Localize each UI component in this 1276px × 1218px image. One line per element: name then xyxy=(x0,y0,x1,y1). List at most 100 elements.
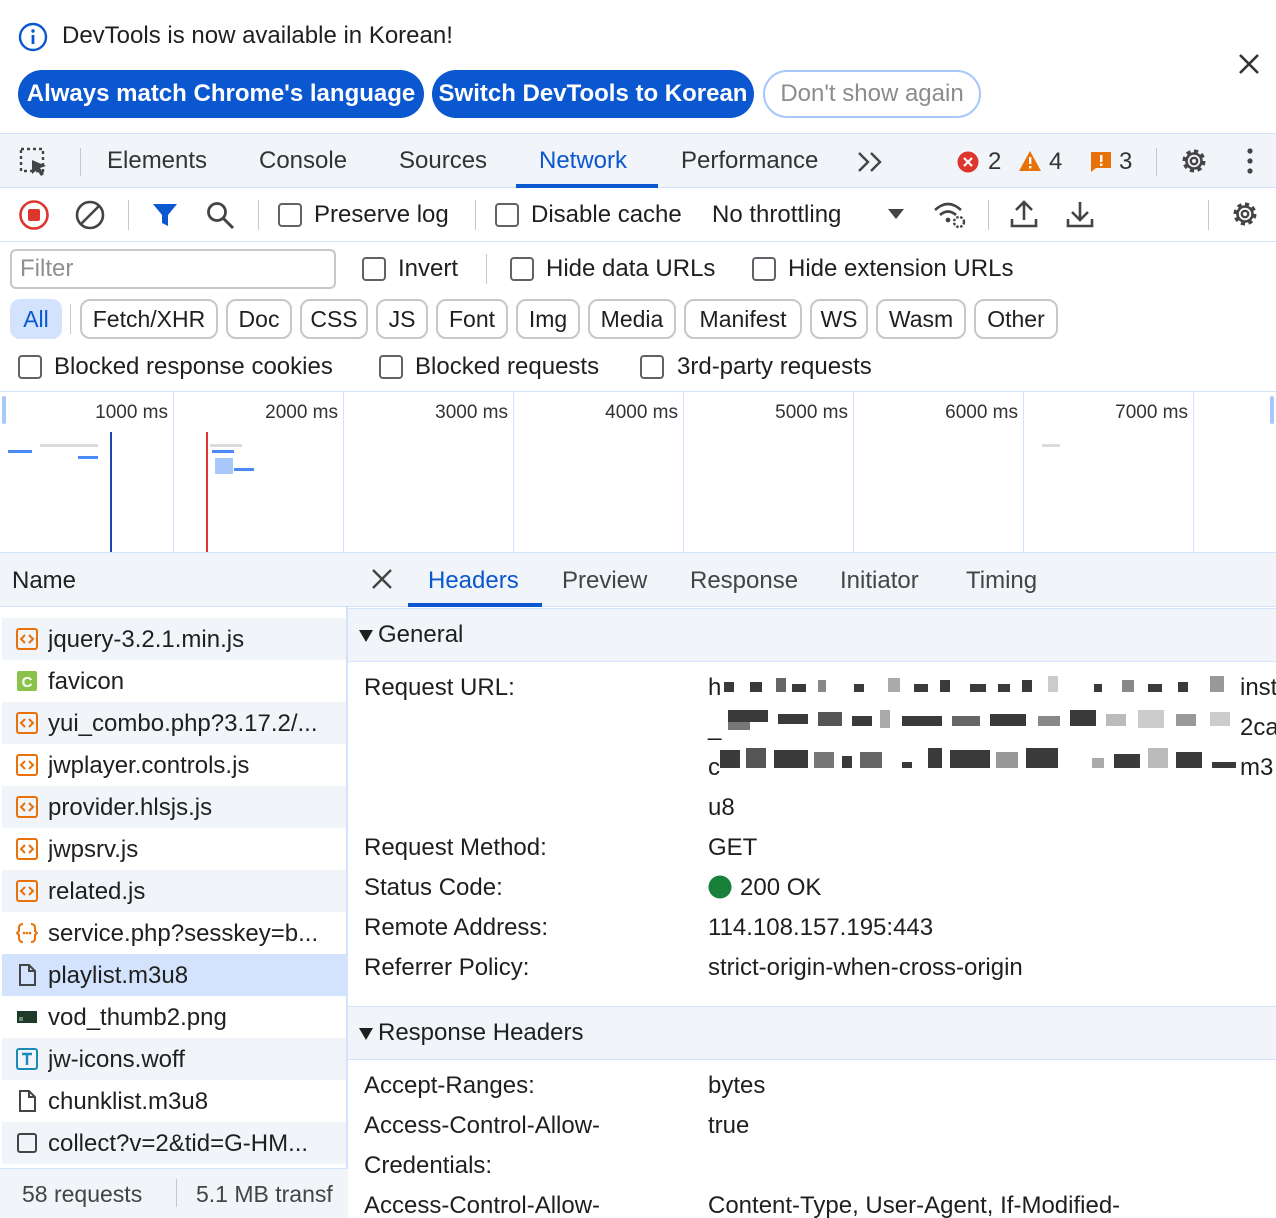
tab-response[interactable]: Response xyxy=(690,567,798,595)
search-icon[interactable] xyxy=(205,200,235,230)
hide-data-urls-checkbox[interactable] xyxy=(510,257,534,281)
clear-icon[interactable] xyxy=(74,199,106,231)
general-section-header[interactable]: General xyxy=(348,608,1276,662)
request-row[interactable]: C favicon xyxy=(2,660,346,702)
request-row[interactable]: related.js xyxy=(2,870,346,912)
type-filter-js[interactable]: JS xyxy=(376,299,428,339)
tab-performance[interactable]: Performance xyxy=(681,134,818,188)
error-icon[interactable] xyxy=(957,151,979,173)
warning-count[interactable]: 4 xyxy=(1049,148,1062,176)
blocked-response-cookies-checkbox[interactable] xyxy=(18,355,42,379)
request-row[interactable]: jwplayer.controls.js xyxy=(2,744,346,786)
hide-extension-urls-label[interactable]: Hide extension URLs xyxy=(788,255,1013,283)
request-row[interactable]: collect?v=2&tid=G-HM... xyxy=(2,1122,346,1164)
request-name: provider.hlsjs.js xyxy=(48,794,213,821)
type-filter-doc[interactable]: Doc xyxy=(226,299,292,339)
tab-network[interactable]: Network xyxy=(539,134,627,188)
script-file-icon xyxy=(16,838,38,860)
request-row[interactable]: jquery-3.2.1.min.js xyxy=(2,618,346,660)
request-url-label: Request URL: xyxy=(364,674,515,701)
preserve-log-label[interactable]: Preserve log xyxy=(314,201,449,229)
throttling-select[interactable]: No throttling xyxy=(712,201,841,229)
status-bar: 58 requests 5.1 MB transf xyxy=(0,1168,348,1218)
general-section-title: General xyxy=(378,621,464,648)
request-url-fragment: 2ca xyxy=(1240,714,1276,741)
more-tabs-chevron-icon[interactable] xyxy=(856,150,884,174)
blocked-requests-label[interactable]: Blocked requests xyxy=(415,353,599,381)
invert-checkbox[interactable] xyxy=(362,257,386,281)
filter-input[interactable] xyxy=(10,249,336,289)
blocked-requests-checkbox[interactable] xyxy=(379,355,403,379)
type-filter-all[interactable]: All xyxy=(10,299,62,339)
type-filter-font[interactable]: Font xyxy=(436,299,508,339)
type-filter-img[interactable]: Img xyxy=(516,299,580,339)
script-file-icon xyxy=(16,628,38,650)
issues-icon[interactable] xyxy=(1090,151,1112,173)
record-stop-icon[interactable] xyxy=(18,199,50,231)
issues-count[interactable]: 3 xyxy=(1119,148,1132,176)
overview-left-handle[interactable] xyxy=(2,396,6,424)
match-chrome-language-button[interactable]: Always match Chrome's language xyxy=(18,70,424,118)
request-row[interactable]: chunklist.m3u8 xyxy=(2,1080,346,1122)
font-file-icon xyxy=(16,1048,38,1070)
type-filter-css[interactable]: CSS xyxy=(300,299,368,339)
chevron-down-icon[interactable] xyxy=(886,207,906,221)
status-code-label: Status Code: xyxy=(364,874,503,901)
tab-timing[interactable]: Timing xyxy=(966,567,1037,595)
type-filter-other[interactable]: Other xyxy=(974,299,1058,339)
tab-console[interactable]: Console xyxy=(259,134,347,188)
request-row[interactable]: provider.hlsjs.js xyxy=(2,786,346,828)
network-settings-gear-icon[interactable] xyxy=(1229,198,1261,230)
dont-show-again-button[interactable]: Don't show again xyxy=(763,70,981,118)
request-row[interactable]: vod_thumb2.png xyxy=(2,996,346,1038)
network-conditions-icon[interactable] xyxy=(932,199,968,231)
type-filter-wasm[interactable]: Wasm xyxy=(876,299,966,339)
type-filter-media[interactable]: Media xyxy=(588,299,676,339)
invert-label[interactable]: Invert xyxy=(398,255,458,283)
request-row[interactable]: jw-icons.woff xyxy=(2,1038,346,1080)
third-party-requests-label[interactable]: 3rd-party requests xyxy=(677,353,872,381)
blocked-response-cookies-label[interactable]: Blocked response cookies xyxy=(54,353,333,381)
request-row[interactable]: jwpsrv.js xyxy=(2,828,346,870)
type-filter-fetch-xhr[interactable]: Fetch/XHR xyxy=(80,299,218,339)
request-row[interactable]: service.php?sesskey=b... xyxy=(2,912,346,954)
tab-sources[interactable]: Sources xyxy=(399,134,487,188)
settings-gear-icon[interactable] xyxy=(1178,145,1210,177)
import-har-icon[interactable] xyxy=(1010,199,1038,229)
network-toolbar: Preserve log Disable cache No throttling xyxy=(0,188,1276,242)
export-har-icon[interactable] xyxy=(1066,199,1094,229)
other-file-icon xyxy=(16,1132,38,1154)
type-filter-manifest[interactable]: Manifest xyxy=(684,299,802,339)
more-options-kebab-icon[interactable] xyxy=(1240,147,1260,175)
response-headers-section-header[interactable]: Response Headers xyxy=(348,1006,1276,1060)
request-url-fragment: _ xyxy=(708,714,722,741)
disable-cache-checkbox[interactable] xyxy=(495,203,519,227)
request-row-selected[interactable]: playlist.m3u8 xyxy=(2,954,346,996)
overview-bar xyxy=(8,450,32,453)
name-column-header[interactable]: Name xyxy=(0,553,348,607)
error-count[interactable]: 2 xyxy=(988,148,1001,176)
request-row[interactable]: yui_combo.php?3.17.2/... xyxy=(2,702,346,744)
switch-to-korean-button[interactable]: Switch DevTools to Korean xyxy=(432,70,754,118)
overview-bar xyxy=(234,468,254,471)
warning-icon[interactable] xyxy=(1018,150,1042,172)
filter-funnel-icon[interactable] xyxy=(151,201,179,229)
tab-initiator[interactable]: Initiator xyxy=(840,567,919,595)
request-name: jwplayer.controls.js xyxy=(48,752,250,779)
type-filter-ws[interactable]: WS xyxy=(810,299,868,339)
close-infobar-icon[interactable] xyxy=(1236,51,1262,77)
overview-right-handle[interactable] xyxy=(1270,396,1274,424)
hide-data-urls-label[interactable]: Hide data URLs xyxy=(546,255,715,283)
close-details-icon[interactable] xyxy=(370,567,394,591)
third-party-requests-checkbox[interactable] xyxy=(640,355,664,379)
network-overview-timeline[interactable]: 1000 ms 2000 ms 3000 ms 4000 ms 5000 ms … xyxy=(0,391,1276,553)
inspect-element-icon[interactable] xyxy=(18,146,50,178)
tab-headers[interactable]: Headers xyxy=(428,567,519,595)
acah-value: Content-Type, User-Agent, If-Modified- xyxy=(708,1192,1121,1218)
tab-preview[interactable]: Preview xyxy=(562,567,647,595)
tab-elements[interactable]: Elements xyxy=(107,134,207,188)
hide-extension-urls-checkbox[interactable] xyxy=(752,257,776,281)
script-file-icon xyxy=(16,880,38,902)
preserve-log-checkbox[interactable] xyxy=(278,203,302,227)
disable-cache-label[interactable]: Disable cache xyxy=(531,201,682,229)
